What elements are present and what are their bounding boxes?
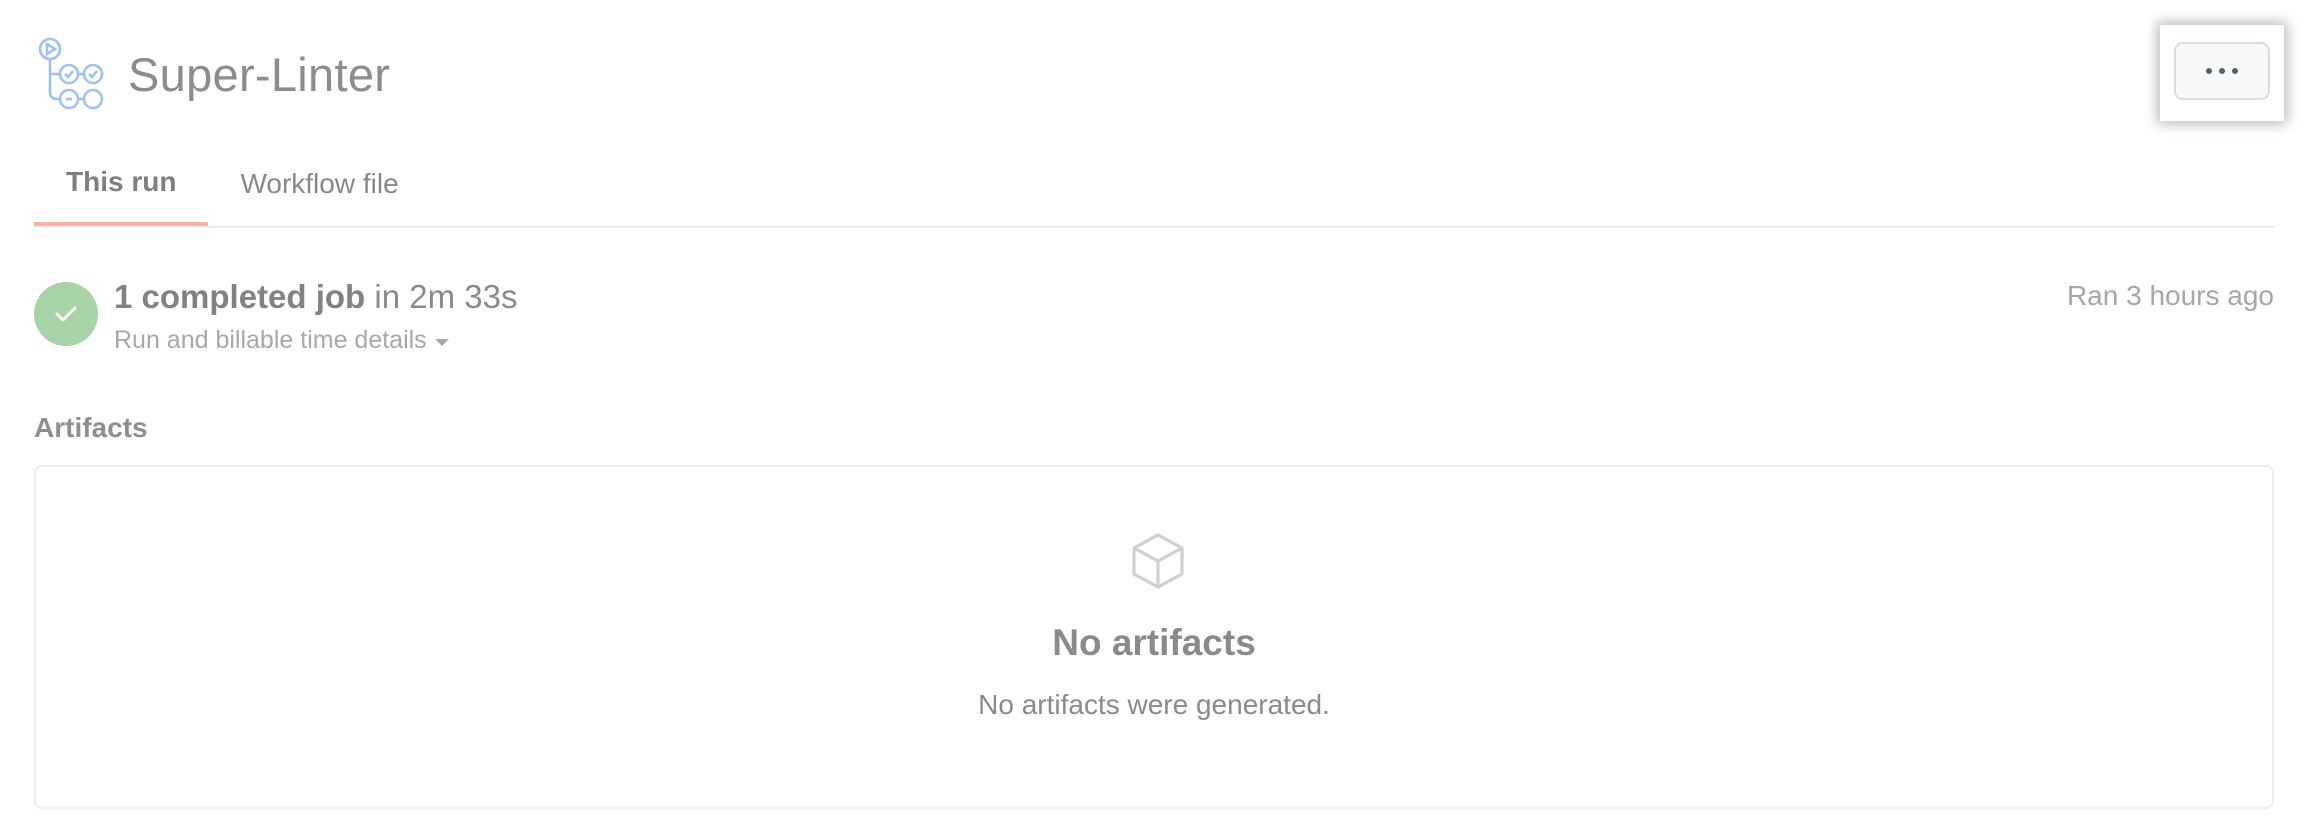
- tab-workflow-file[interactable]: Workflow file: [208, 142, 430, 226]
- empty-state-description: No artifacts were generated.: [978, 689, 1330, 720]
- kebab-horizontal-icon: [2206, 68, 2238, 74]
- artifacts-heading: Artifacts: [34, 412, 148, 443]
- check-icon: [55, 306, 77, 322]
- triangle-down-icon: [434, 339, 449, 346]
- tab-this-run[interactable]: This run: [34, 142, 209, 226]
- workflow-run-page: Super-Linter This run Workflow file 1 co…: [0, 0, 2316, 834]
- more-options-button[interactable]: [2174, 42, 2270, 100]
- run-summary: 1 completed job in 2m 33s: [114, 278, 517, 316]
- empty-state-title: No artifacts: [1052, 622, 1256, 663]
- page-header: Super-Linter: [34, 34, 390, 114]
- package-icon: [1132, 533, 1184, 589]
- artifacts-empty-state: No artifacts No artifacts were generated…: [34, 465, 2274, 809]
- page-title: Super-Linter: [128, 47, 391, 101]
- run-duration: in 2m 33s: [374, 278, 518, 315]
- success-status-badge: [34, 282, 98, 346]
- jobs-count: 1 completed job: [114, 278, 366, 315]
- run-timestamp: Ran 3 hours ago: [2066, 280, 2274, 311]
- run-tabs: This run Workflow file: [34, 142, 2274, 228]
- billable-time-details-toggle[interactable]: Run and billable time details: [114, 326, 449, 355]
- more-button-highlight: [2160, 25, 2284, 121]
- workflow-icon: [38, 37, 104, 110]
- details-link-label: Run and billable time details: [114, 326, 427, 354]
